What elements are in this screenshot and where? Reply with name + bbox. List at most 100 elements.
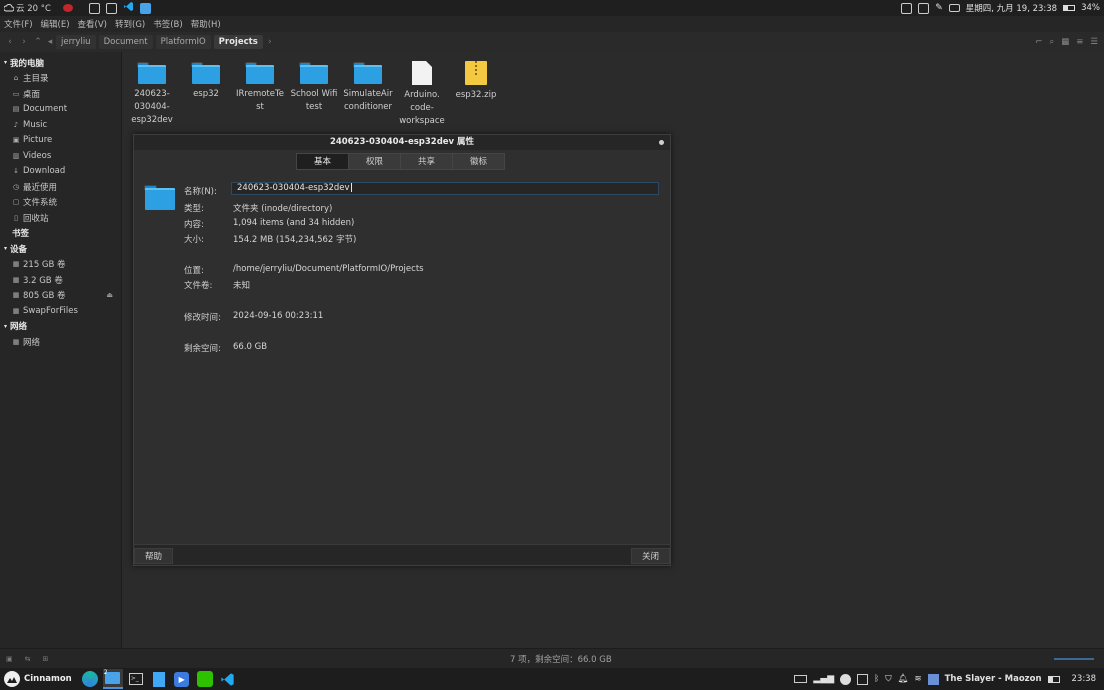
- file-item-esp32[interactable]: esp32: [176, 60, 236, 101]
- shield-icon[interactable]: ⛉: [885, 674, 891, 684]
- sidebar-item-trash[interactable]: ▯ 回收站: [0, 210, 121, 226]
- breadcrumb-left-icon[interactable]: ◂: [46, 37, 54, 47]
- sidebar-item-swapforfiles[interactable]: ▦ SwapForFiles: [0, 303, 121, 319]
- sidebar-item-music[interactable]: ♪ Music: [0, 117, 121, 133]
- now-playing-text[interactable]: The Slayer - Maozon: [945, 674, 1042, 684]
- sidebar-item-recent[interactable]: ◷ 最近使用: [0, 179, 121, 195]
- sidebar-item-videos[interactable]: ▥ Videos: [0, 148, 121, 164]
- dialog-titlebar[interactable]: 240623-030404-esp32dev 属性: [134, 135, 670, 150]
- menu-bar: 文件(F) 编辑(E) 查看(V) 转到(G) 书签(B) 帮助(H): [0, 16, 1104, 32]
- edge-app-icon[interactable]: [80, 669, 100, 689]
- sidebar-item-picture[interactable]: ▣ Picture: [0, 133, 121, 149]
- sidebar-item-volume-3-2[interactable]: ▦ 3.2 GB 卷: [0, 272, 121, 288]
- help-button[interactable]: 帮助: [134, 548, 174, 564]
- tab-share[interactable]: 共享: [400, 153, 453, 170]
- list-view-icon[interactable]: ≡: [1076, 37, 1083, 47]
- menu-go[interactable]: 转到(G): [115, 18, 145, 30]
- terminal-launcher-icon[interactable]: [88, 2, 100, 14]
- pen-icon[interactable]: ✎: [935, 3, 943, 13]
- dialog-body: 名称(N): 240623-030404-esp32dev 类型: 文件夹 (i…: [134, 177, 670, 545]
- sidebar-section-bookmarks[interactable]: 书签: [0, 226, 121, 242]
- menu-bookmarks[interactable]: 书签(B): [153, 18, 182, 30]
- menu-edit[interactable]: 编辑(E): [41, 18, 70, 30]
- sidebar-item-label: 215 GB 卷: [23, 260, 66, 271]
- battery-icon[interactable]: [1063, 5, 1076, 11]
- sidebar-item-filesystem[interactable]: ▢ 文件系统: [0, 195, 121, 211]
- document-app-icon[interactable]: [149, 669, 169, 689]
- sidebar-item-volume-215[interactable]: ▦ 215 GB 卷: [0, 257, 121, 273]
- sidebar-item-desktop[interactable]: ▭ 桌面: [0, 86, 121, 102]
- notes-icon[interactable]: [901, 2, 913, 14]
- sidebar-item-label: 主目录: [23, 74, 49, 85]
- folder-icon[interactable]: [144, 185, 175, 211]
- wifi-icon[interactable]: ≋: [914, 674, 921, 684]
- vscode-launcher-icon[interactable]: [123, 1, 134, 15]
- icon-view-icon[interactable]: ▦: [1061, 37, 1069, 47]
- menu-view[interactable]: 查看(V): [78, 18, 107, 30]
- tab-basic[interactable]: 基本: [296, 153, 349, 170]
- vscode-app-icon[interactable]: [218, 669, 238, 689]
- file-item-240623-esp32dev[interactable]: 240623- 030404- esp32dev: [122, 60, 182, 127]
- datetime[interactable]: 星期四, 九月 19, 23:38: [966, 2, 1057, 14]
- toggle-sidebar-icon[interactable]: ▣: [6, 655, 13, 663]
- terminal-here-icon[interactable]: ⌐: [1035, 37, 1042, 47]
- media-tray-icon[interactable]: [857, 673, 869, 685]
- places-icon[interactable]: ⇆: [25, 655, 31, 663]
- sidebar-item-home[interactable]: ⌂ 主目录: [0, 71, 121, 87]
- file-item-arduino-code-workspace[interactable]: Arduino. code- workspace: [392, 60, 452, 128]
- eject-icon[interactable]: ⏏: [106, 291, 113, 299]
- signal-bars-icon[interactable]: ▂▄▆: [813, 674, 834, 684]
- menu-button[interactable]: Cinnamon: [3, 670, 72, 688]
- menu-file[interactable]: 文件(F): [4, 18, 33, 30]
- keyboard-layout-icon[interactable]: [794, 675, 808, 683]
- folder-icon: [299, 62, 328, 84]
- keyboard-icon[interactable]: [948, 4, 960, 12]
- display-icon[interactable]: [918, 2, 930, 14]
- up-icon[interactable]: ⌃: [32, 37, 44, 47]
- sidebar-section-devices[interactable]: ▾ 设备: [0, 241, 121, 257]
- sidebar-section-label: 网络: [10, 322, 28, 333]
- files-app-icon[interactable]: 2: [102, 669, 123, 689]
- wechat-tray-icon[interactable]: [840, 673, 852, 685]
- breadcrumb-document[interactable]: Document: [98, 35, 153, 49]
- files-launcher-icon[interactable]: [139, 2, 151, 14]
- forward-icon[interactable]: ›: [18, 37, 30, 47]
- zoom-slider[interactable]: [1054, 658, 1094, 660]
- wechat-app-icon[interactable]: [195, 669, 215, 689]
- file-item-simulateairconditioner[interactable]: SimulateAir conditioner: [338, 60, 398, 114]
- sidebar-section-computer[interactable]: ▾ 我的电脑: [0, 55, 121, 71]
- bluetooth-icon[interactable]: ᛒ: [874, 674, 879, 684]
- battery-tray-icon[interactable]: [1047, 675, 1060, 683]
- tab-permissions[interactable]: 权限: [348, 153, 401, 170]
- file-item-esp32-zip[interactable]: esp32.zip: [446, 60, 506, 102]
- music-app-icon[interactable]: [927, 673, 939, 685]
- weather-text: 云 20 °C: [16, 4, 51, 14]
- search-icon[interactable]: ⌕: [1049, 37, 1054, 47]
- close-icon[interactable]: [659, 140, 664, 145]
- weather-applet[interactable]: 云 20 °C: [4, 2, 51, 14]
- file-item-school-wifi-test[interactable]: School Wifi test: [284, 60, 344, 114]
- menu-help[interactable]: 帮助(H): [191, 18, 221, 30]
- file-item-irremotetest[interactable]: IRremoteTe st: [230, 60, 290, 114]
- sidebar-item-download[interactable]: ↓ Download: [0, 164, 121, 180]
- sidebar-item-network[interactable]: ▦ 网络: [0, 334, 121, 350]
- back-icon[interactable]: ‹: [4, 37, 16, 47]
- tree-icon[interactable]: ⊞: [43, 655, 49, 663]
- terminal-app-icon[interactable]: >_: [126, 669, 146, 689]
- sidebar-item-document[interactable]: ▤ Document: [0, 102, 121, 118]
- sidebar-section-network[interactable]: ▾ 网络: [0, 319, 121, 335]
- compact-view-icon[interactable]: ☰: [1090, 37, 1098, 47]
- bug-icon[interactable]: [62, 4, 73, 12]
- notifications-icon[interactable]: 🔔︎: [898, 674, 909, 684]
- breadcrumb-right-icon[interactable]: ›: [266, 37, 274, 47]
- sidebar-item-volume-805[interactable]: ▦ 805 GB 卷 ⏏: [0, 288, 121, 304]
- breadcrumb-projects[interactable]: Projects: [213, 35, 263, 49]
- tab-emblems[interactable]: 徽标: [452, 153, 505, 170]
- breadcrumb-platformio[interactable]: PlatformIO: [155, 35, 211, 49]
- media-player-icon[interactable]: ▶: [172, 669, 192, 689]
- name-input[interactable]: 240623-030404-esp32dev: [231, 182, 659, 195]
- window-launcher-icon[interactable]: [105, 2, 117, 14]
- taskbar-clock[interactable]: 23:38: [1072, 674, 1097, 684]
- close-button[interactable]: 关闭: [630, 548, 670, 564]
- breadcrumb-jerryliu[interactable]: jerryliu: [56, 35, 96, 49]
